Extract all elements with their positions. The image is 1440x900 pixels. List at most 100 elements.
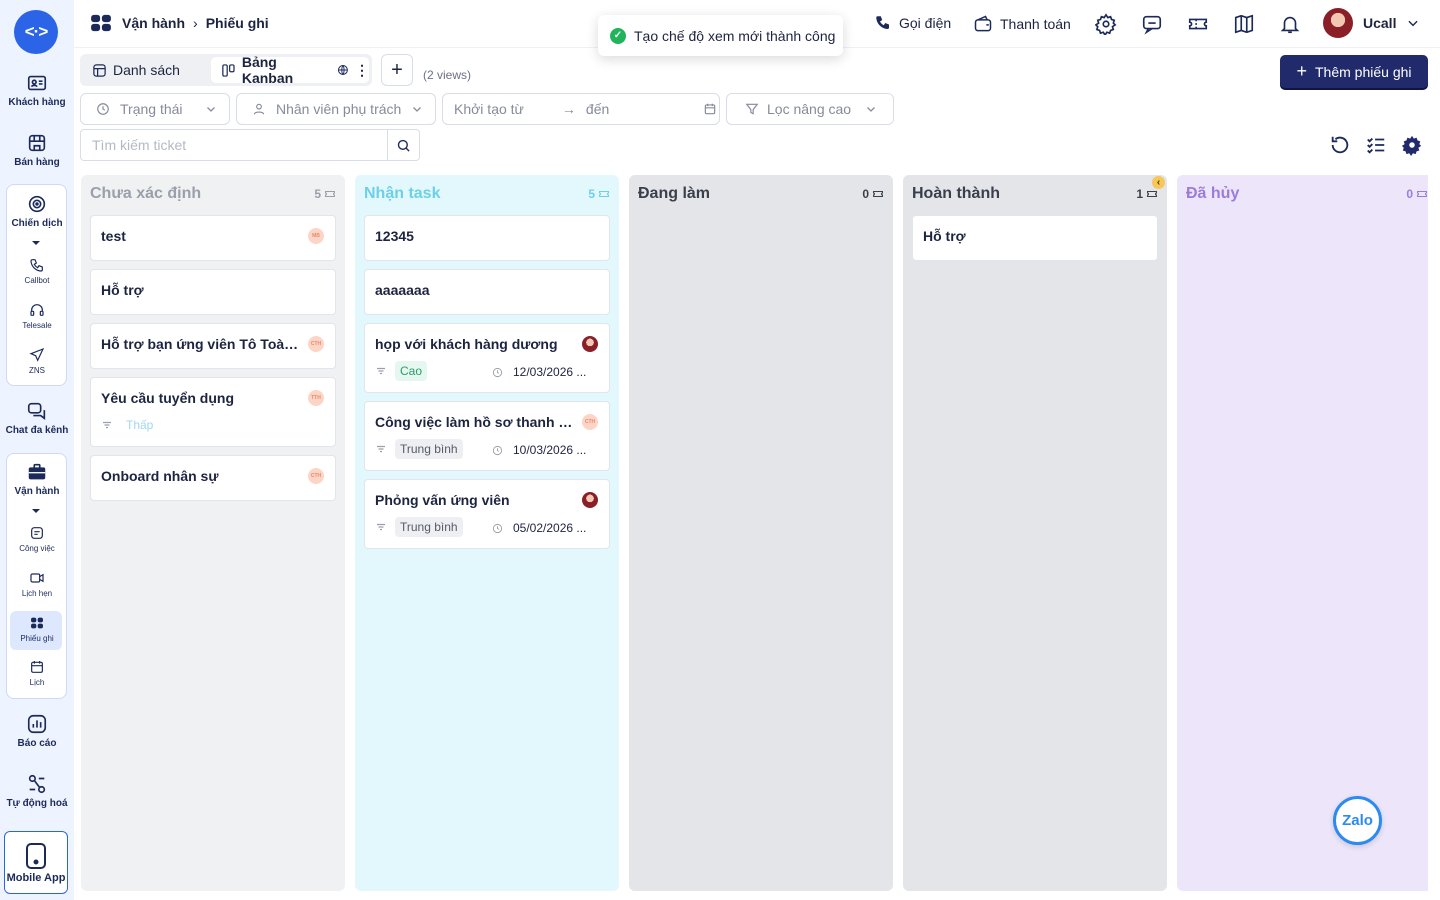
collapse-column-icon[interactable]: ‹ <box>1152 176 1165 189</box>
target-icon <box>28 195 46 213</box>
briefcase-icon <box>28 463 46 480</box>
advanced-filter-label: Lọc nâng cao <box>767 101 852 117</box>
zalo-chat-button[interactable]: Zalo <box>1333 796 1382 845</box>
kanban-column: Chưa xác định 5 test MB Hỗ trợ Hỗ trợ bạn ứng… <box>81 175 345 891</box>
filter-icon <box>745 103 759 115</box>
sidebar-item-label: Báo cáo <box>17 738 57 749</box>
ticket-card[interactable]: Hỗ trợ bạn ứng viên Tô Toàn p... CTH <box>90 323 336 369</box>
ticket-card[interactable]: Hỗ trợ <box>90 269 336 315</box>
sidebar-item-operation[interactable]: Vận hành <box>0 461 74 497</box>
add-ticket-button[interactable]: + Thêm phiếu ghi <box>1280 55 1428 88</box>
ticket-card[interactable]: Phỏng vấn ứng viên Trung bình 05/02/2026 .… <box>364 479 610 549</box>
sidebar-item-label: Bán hàng <box>14 157 60 168</box>
ticket-card[interactable]: Onboard nhân sự CTH <box>90 455 336 501</box>
chevron-down-icon[interactable] <box>32 241 40 245</box>
column-title: Hoàn thành <box>912 185 1000 202</box>
sidebar-sub-tasks[interactable]: Công việc <box>0 525 74 553</box>
sidebar-sub-label: Telesale <box>22 321 52 330</box>
tab-label: Bảng Kanban <box>241 54 294 86</box>
headset-icon <box>30 304 44 316</box>
sidebar-sub-zns[interactable]: ZNS <box>0 347 74 375</box>
sidebar-sub-appointments[interactable]: Lịch hẹn <box>0 570 74 598</box>
mobile-app-button[interactable]: Mobile App <box>4 831 68 894</box>
add-view-button[interactable]: + <box>381 54 413 86</box>
tab-kanban[interactable]: Bảng Kanban ⋮ <box>211 54 369 86</box>
sidebar-sub-telesale[interactable]: Telesale <box>0 302 74 330</box>
date-to-input[interactable]: đến <box>586 101 609 117</box>
sidebar-item-customers[interactable]: Khách hàng <box>0 72 74 108</box>
sidebar-item-sales[interactable]: Bán hàng <box>0 132 74 168</box>
bell-icon[interactable] <box>1279 13 1301 35</box>
appointment-icon <box>30 573 44 583</box>
sidebar-item-reports[interactable]: Báo cáo <box>0 713 74 749</box>
payment-button[interactable]: Thanh toán <box>973 14 1071 34</box>
settings-gear-icon[interactable] <box>1401 134 1423 156</box>
ticket-title: test <box>101 228 126 244</box>
kanban-column: Nhận task 5 12345 aaaaaaa họp với khách hàng… <box>355 175 619 891</box>
ticket-date-value: 05/02/2026 ... <box>513 521 587 535</box>
ticket-card[interactable]: aaaaaaa <box>364 269 610 315</box>
ticket-outline-icon <box>873 191 883 197</box>
sidebar-item-label: Chiến dịch <box>11 218 63 229</box>
call-label: Gọi điện <box>899 15 952 31</box>
breadcrumb-operation[interactable]: Vận hành <box>122 15 185 31</box>
kanban-column: Hoàn thành 1 Hỗ trợ ‹ <box>903 175 1167 891</box>
date-range-filter[interactable]: Khởi tạo từ → đến <box>442 93 720 125</box>
ticket-meta: Trung bình <box>375 439 463 459</box>
assignee-filter[interactable]: Nhân viên phụ trách <box>236 93 436 125</box>
ticket-outline-icon <box>1417 191 1427 197</box>
advanced-filter[interactable]: Lọc nâng cao <box>726 93 894 125</box>
search-bar <box>80 129 420 161</box>
sidebar-sub-tickets[interactable]: Phiếu ghi <box>0 615 74 643</box>
avatar <box>1323 8 1353 38</box>
sidebar-item-automation[interactable]: Tự động hoá <box>0 773 74 809</box>
message-icon[interactable] <box>1141 13 1163 35</box>
ticket-title: Hỗ trợ bạn ứng viên Tô Toàn p... <box>101 336 301 352</box>
clock-icon <box>492 367 503 377</box>
sidebar-sub-label: Công việc <box>19 544 55 553</box>
user-menu[interactable]: Ucall <box>1323 8 1420 38</box>
app-logo[interactable]: <·> <box>14 10 58 54</box>
ticket-card[interactable]: Công việc làm hồ sơ thanh toá... CTH Trung… <box>364 401 610 471</box>
ticket-card[interactable]: 12345 <box>364 215 610 261</box>
ticket-meta: Thấp <box>101 415 159 435</box>
ticket-date: 05/02/2026 ... <box>492 521 586 535</box>
breadcrumb-tickets: Phiếu ghi <box>205 15 269 31</box>
ticket-card[interactable]: họp với khách hàng dương Cao 12/03/2026 ..… <box>364 323 610 393</box>
gear-icon[interactable] <box>1095 13 1117 35</box>
more-icon[interactable]: ⋮ <box>355 62 369 79</box>
date-from-input[interactable]: Khởi tạo từ <box>454 101 524 117</box>
contact-card-icon <box>27 75 47 91</box>
calendar-icon <box>705 103 716 115</box>
priority-badge: Cao <box>395 361 428 381</box>
tab-list[interactable]: Danh sách <box>92 57 180 83</box>
sidebar-item-omnichat[interactable]: Chat đa kênh <box>0 400 74 436</box>
ticket-card[interactable]: Hỗ trợ <box>912 215 1158 261</box>
call-button[interactable]: Gọi điện <box>874 14 951 32</box>
ticket-outline-icon[interactable] <box>1187 13 1209 35</box>
sidebar-item-label: Chat đa kênh <box>5 425 69 436</box>
chevron-down-icon[interactable] <box>32 509 40 513</box>
book-icon[interactable] <box>1233 13 1255 35</box>
sidebar-sub-label: Callbot <box>24 276 50 285</box>
search-button[interactable] <box>387 130 419 160</box>
arrow-right-icon: → <box>561 101 576 117</box>
sidebar-item-campaign[interactable]: Chiến dịch <box>0 193 74 229</box>
user-icon <box>253 103 265 115</box>
check-circle-icon: ✓ <box>610 27 626 44</box>
refresh-icon[interactable] <box>1329 134 1351 156</box>
sidebar-sub-calendar[interactable]: Lịch <box>0 659 74 687</box>
checklist-icon[interactable] <box>1365 134 1387 156</box>
plus-icon: + <box>391 58 403 81</box>
sidebar-sub-callbot[interactable]: Callbot <box>0 257 74 285</box>
send-icon <box>29 347 45 362</box>
search-input[interactable] <box>81 130 387 160</box>
status-filter-label: Trạng thái <box>120 101 183 117</box>
ticket-card[interactable]: Yêu cầu tuyển dụng TTH Thấp <box>90 377 336 447</box>
ticket-card[interactable]: test MB <box>90 215 336 261</box>
assignee-avatar <box>582 492 598 508</box>
status-filter[interactable]: Trạng thái <box>80 93 230 125</box>
ticket-title: Công việc làm hồ sơ thanh toá... <box>375 414 575 430</box>
ticket-icon <box>31 617 43 629</box>
sidebar-sub-label: Lịch hẹn <box>21 589 53 598</box>
